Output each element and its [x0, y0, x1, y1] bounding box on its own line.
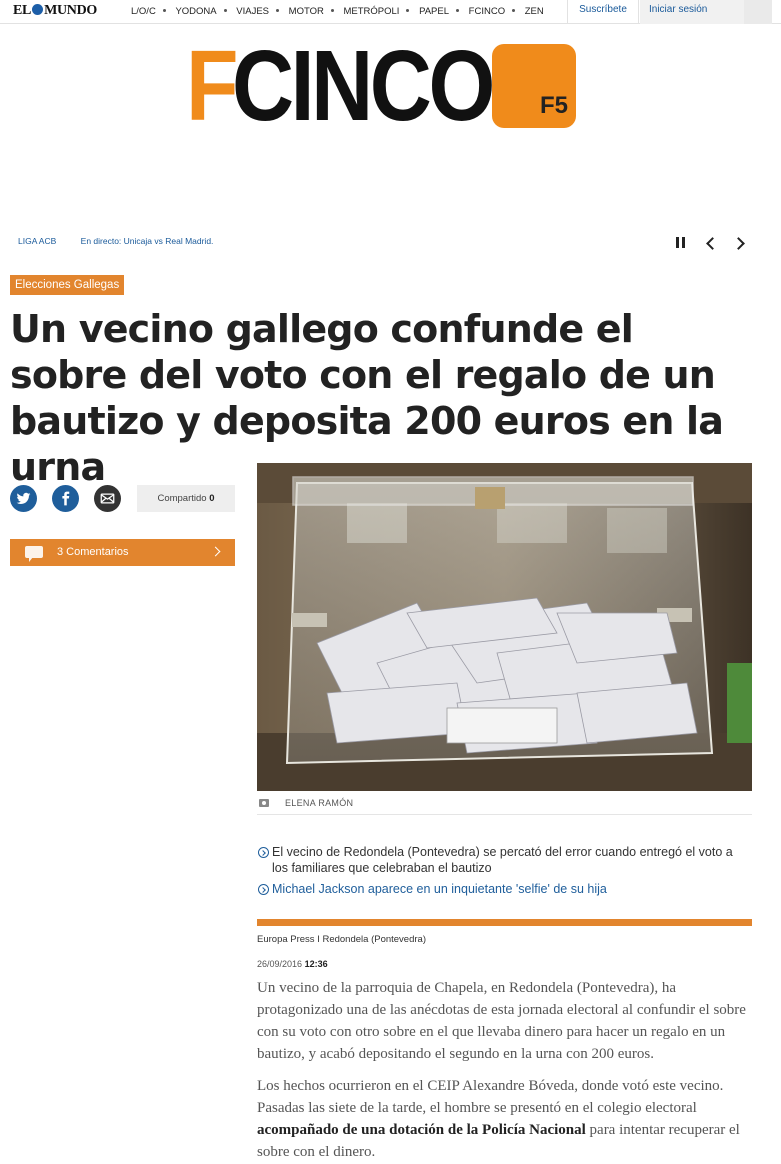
paragraph-text: Los hechos ocurrieron en el CEIP Alexand…	[257, 1078, 724, 1116]
nav-item-fcinco[interactable]: FCINCO	[469, 6, 505, 17]
pause-icon[interactable]	[673, 235, 689, 251]
nav-separator	[330, 9, 334, 12]
article-photo	[257, 463, 752, 791]
chevron-right-icon	[210, 546, 221, 557]
nav-separator	[223, 9, 227, 12]
comments-button[interactable]: 3 Comentarios	[10, 539, 235, 566]
f5-badge-text: F5	[539, 92, 568, 119]
logo-word-cinco: CINCO	[232, 30, 495, 142]
related-item[interactable]: El vecino de Redondela (Pontevedra) se p…	[258, 844, 752, 876]
nav-item-motor[interactable]: MOTOR	[289, 6, 324, 17]
photo-credit: ELENA RAMÓN	[285, 798, 354, 808]
logo-text-left: EL	[13, 3, 32, 18]
nav-separator	[276, 9, 280, 12]
related-link-text: Michael Jackson aparece en un inquietant…	[272, 882, 607, 896]
f5-badge-icon: F5	[492, 44, 576, 128]
elmundo-logo[interactable]: EL MUNDO	[13, 3, 97, 19]
globe-icon	[32, 4, 44, 15]
mail-icon[interactable]	[94, 485, 121, 512]
chevron-shape	[706, 237, 719, 250]
top-bar: EL MUNDO L/O/C YODONA VIAJES MOTOR METRÓP…	[0, 0, 781, 24]
twitter-icon[interactable]	[10, 485, 37, 512]
shared-label: Compartido	[157, 493, 207, 504]
ticker-headline[interactable]: En directo: Unicaja vs Real Madrid.	[81, 236, 214, 246]
divider	[257, 919, 752, 926]
arrow-circle-icon	[258, 847, 269, 858]
login-button[interactable]: Iniciar sesión	[640, 0, 744, 24]
nav-separator	[162, 9, 166, 12]
photo-caption: ELENA RAMÓN	[257, 791, 752, 815]
shared-count: 0	[209, 493, 215, 504]
publish-time: 12:36	[304, 959, 328, 969]
comment-bubble-icon	[25, 546, 43, 562]
nav-separator	[456, 9, 460, 12]
nav-item-viajes[interactable]: VIAJES	[236, 6, 269, 17]
article-paragraph: Un vecino de la parroquia de Chapela, en…	[257, 980, 746, 1062]
nav-separator	[512, 9, 516, 12]
chevron-right-icon[interactable]	[732, 235, 749, 251]
nav-item-loc[interactable]: L/O/C	[131, 6, 156, 17]
nav-item-zen[interactable]: ZEN	[525, 6, 544, 17]
comments-label: 3 Comentarios	[57, 546, 129, 558]
user-menu-button[interactable]	[744, 0, 772, 24]
related-link[interactable]: Michael Jackson aparece en un inquietant…	[258, 881, 752, 897]
ticker-tag[interactable]: LIGA ACB	[18, 236, 56, 246]
logo-text-right: MUNDO	[44, 3, 98, 18]
nav-item-metropoli[interactable]: METRÓPOLI	[344, 6, 400, 17]
chevron-shape	[732, 237, 745, 250]
shared-counter: Compartido 0	[137, 485, 235, 512]
facebook-icon[interactable]	[52, 485, 79, 512]
nav-separator	[406, 9, 410, 12]
pause-bar	[676, 237, 679, 248]
top-nav: L/O/C YODONA VIAJES MOTOR METRÓPOLI PAPE…	[131, 6, 544, 17]
article-paragraph: Los hechos ocurrieron en el CEIP Alexand…	[257, 1075, 752, 1163]
nav-item-yodona[interactable]: YODONA	[175, 6, 216, 17]
chevron-left-icon[interactable]	[703, 235, 719, 251]
publish-date: 26/09/2016	[257, 959, 303, 969]
news-ticker: LIGA ACB En directo: Unicaja vs Real Mad…	[18, 236, 213, 246]
dateline: 26/09/2016 12:36	[257, 959, 328, 969]
camera-icon	[259, 799, 269, 807]
nav-item-papel[interactable]: PAPEL	[419, 6, 449, 17]
subscribe-button[interactable]: Suscríbete	[567, 0, 639, 24]
arrow-circle-icon	[258, 884, 269, 895]
paragraph-bold-text: acompañado de una dotación de la Policía…	[257, 1122, 586, 1138]
byline: Europa Press I Redondela (Pontevedra)	[257, 934, 426, 945]
section-tag[interactable]: Elecciones Gallegas	[10, 275, 125, 295]
pause-bar	[682, 237, 685, 248]
related-item-text: El vecino de Redondela (Pontevedra) se p…	[272, 845, 733, 875]
logo-letter-f: F	[186, 30, 239, 142]
